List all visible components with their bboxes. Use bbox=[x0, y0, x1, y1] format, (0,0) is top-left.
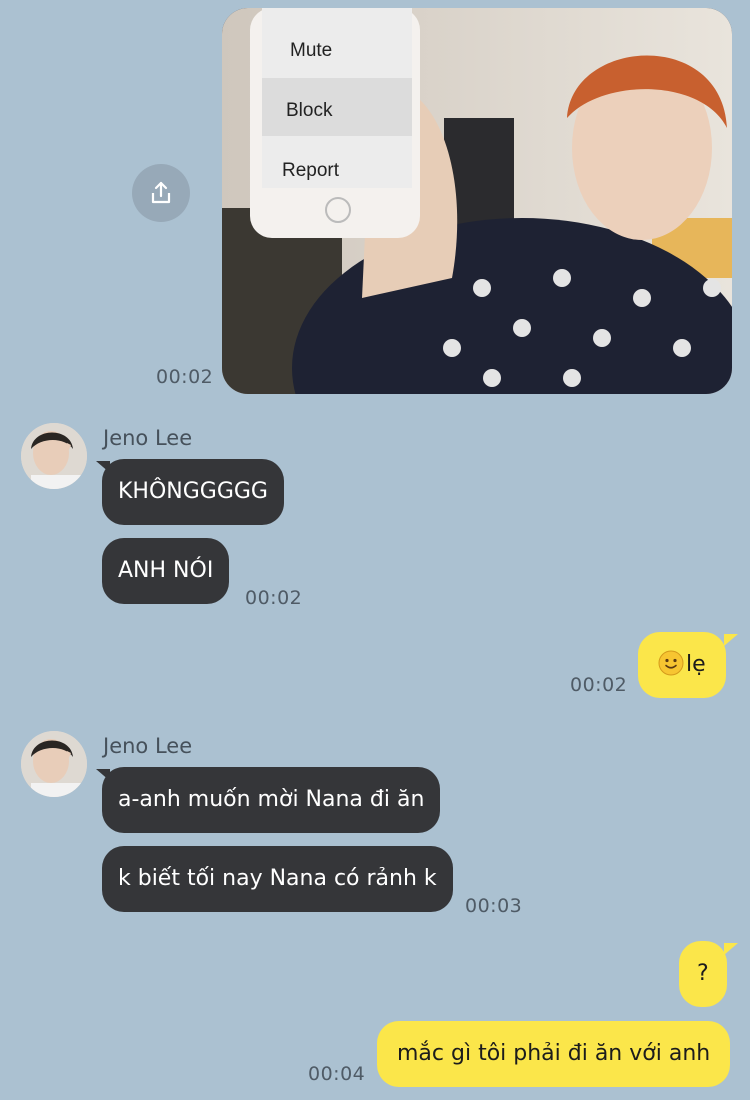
incoming-message[interactable]: a-anh muốn mời Nana đi ăn bbox=[102, 767, 441, 833]
share-button[interactable] bbox=[132, 164, 190, 222]
photo-message[interactable]: Mute Block Report bbox=[222, 8, 732, 394]
message-time: 00:03 bbox=[465, 895, 523, 917]
sender-name: Jeno Lee bbox=[103, 734, 193, 758]
phone-menu-report: Report bbox=[282, 160, 340, 181]
avatar[interactable] bbox=[21, 731, 87, 797]
outgoing-message[interactable]: lẹ bbox=[638, 632, 726, 698]
bubble-tail bbox=[724, 943, 738, 955]
phone-menu-mute: Mute bbox=[290, 40, 333, 61]
sender-name: Jeno Lee bbox=[103, 426, 193, 450]
outgoing-message-text: lẹ bbox=[686, 652, 706, 677]
incoming-message[interactable]: KHÔNGGGGG bbox=[102, 459, 284, 525]
avatar-image bbox=[21, 731, 87, 797]
incoming-message[interactable]: k biết tối nay Nana có rảnh k bbox=[102, 846, 453, 912]
incoming-message[interactable]: ANH NÓI bbox=[102, 538, 230, 604]
message-time: 00:02 bbox=[156, 366, 214, 388]
photo-image bbox=[222, 8, 732, 394]
message-time: 00:02 bbox=[570, 674, 628, 696]
message-time: 00:02 bbox=[245, 587, 303, 609]
share-icon bbox=[151, 181, 171, 204]
slightly-smiling-face-icon bbox=[658, 650, 684, 676]
message-time: 00:04 bbox=[308, 1063, 366, 1085]
bubble-tail bbox=[724, 634, 738, 646]
outgoing-message[interactable]: ? bbox=[679, 941, 727, 1007]
outgoing-message[interactable]: mắc gì tôi phải đi ăn với anh bbox=[377, 1021, 731, 1087]
phone-menu-block: Block bbox=[286, 100, 333, 121]
avatar-image bbox=[21, 423, 87, 489]
avatar[interactable] bbox=[21, 423, 87, 489]
